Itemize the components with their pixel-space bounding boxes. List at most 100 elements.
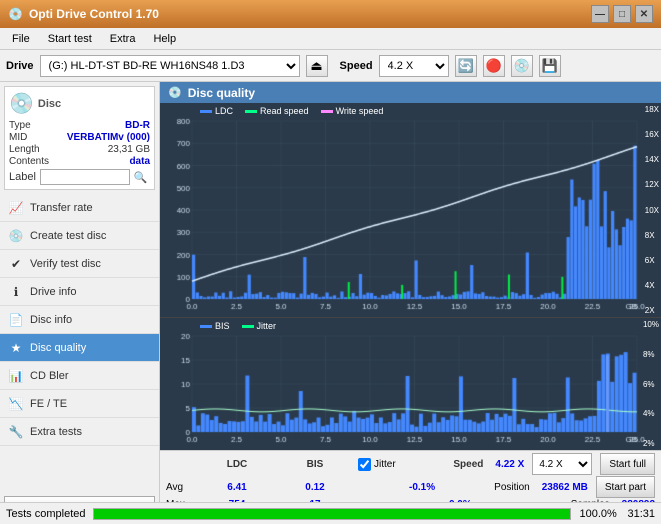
disc-type-row: Type BD-R xyxy=(9,120,150,131)
create-test-disc-icon: 💿 xyxy=(8,229,24,243)
disc-label-row: Label 🔍 xyxy=(9,169,150,185)
avg-bis: 0.12 xyxy=(280,482,350,493)
burn-button[interactable]: 🔴 xyxy=(483,55,505,77)
extra-tests-icon: 🔧 xyxy=(8,425,24,439)
disc-icon: 💿 xyxy=(9,91,34,116)
stats-ldc-header: LDC xyxy=(202,459,272,470)
disc-mid-label: MID xyxy=(9,132,27,143)
minimize-button[interactable]: — xyxy=(591,5,609,23)
jitter-checkbox-group: Jitter xyxy=(358,458,396,471)
refresh-button[interactable]: 🔄 xyxy=(455,55,477,77)
statusbar: Tests completed 100.0% 31:31 xyxy=(0,502,661,524)
menubar: File Start test Extra Help xyxy=(0,28,661,50)
sidebar: 💿 Disc Type BD-R MID VERBATIMv (000) Len… xyxy=(0,82,160,524)
chart2-bis: BIS Jitter 10% 8% 6% 4% 2% xyxy=(160,318,661,450)
legend-ldc-dot xyxy=(200,110,212,113)
legend-bis: BIS xyxy=(200,321,230,331)
menu-file[interactable]: File xyxy=(4,31,38,47)
transfer-rate-label: Transfer rate xyxy=(30,202,93,214)
speed-select2[interactable]: 4.2 X xyxy=(532,453,592,475)
legend-write-speed-label: Write speed xyxy=(336,106,384,116)
legend-write-speed-dot xyxy=(321,110,333,113)
sidebar-item-create-test-disc[interactable]: 💿 Create test disc xyxy=(0,222,159,250)
start-full-button[interactable]: Start full xyxy=(600,453,655,475)
speed-select[interactable]: 4.2 X xyxy=(379,55,449,77)
charts-area: LDC Read speed Write speed 18X 16X 14X xyxy=(160,103,661,450)
start-part-button[interactable]: Start part xyxy=(596,476,655,498)
media-button[interactable]: 💿 xyxy=(511,55,533,77)
drive-label: Drive xyxy=(6,60,34,72)
main-container: 💿 Disc Type BD-R MID VERBATIMv (000) Len… xyxy=(0,82,661,524)
chart-title: Disc quality xyxy=(188,86,255,100)
stats-header-row: LDC BIS Jitter Speed 4.22 X 4.2 X Start … xyxy=(166,453,655,475)
extra-tests-label: Extra tests xyxy=(30,426,82,438)
chart2-legend: BIS Jitter xyxy=(200,321,276,331)
menu-extra[interactable]: Extra xyxy=(102,31,144,47)
speed-header: Speed xyxy=(453,459,483,470)
legend-ldc-label: LDC xyxy=(215,106,233,116)
sidebar-item-transfer-rate[interactable]: 📈 Transfer rate xyxy=(0,194,159,222)
disc-panel-header: 💿 Disc xyxy=(9,91,150,116)
menu-help[interactable]: Help xyxy=(145,31,184,47)
sidebar-item-fe-te[interactable]: 📉 FE / TE xyxy=(0,390,159,418)
disc-info-label: Disc info xyxy=(30,314,72,326)
drivebar: Drive (G:) HL-DT-ST BD-RE WH16NS48 1.D3 … xyxy=(0,50,661,82)
legend-jitter-dot xyxy=(242,325,254,328)
legend-bis-dot xyxy=(200,325,212,328)
legend-read-speed: Read speed xyxy=(245,106,309,116)
sidebar-item-verify-test-disc[interactable]: ✔ Verify test disc xyxy=(0,250,159,278)
chart-header: 💿 Disc quality xyxy=(160,82,661,103)
disc-label-input[interactable] xyxy=(40,169,130,185)
drive-info-icon: ℹ xyxy=(8,285,24,299)
fe-te-label: FE / TE xyxy=(30,398,67,410)
disc-info-icon: 📄 xyxy=(8,313,24,327)
create-test-disc-label: Create test disc xyxy=(30,230,106,242)
eject-button[interactable]: ⏏ xyxy=(306,55,328,77)
close-button[interactable]: ✕ xyxy=(635,5,653,23)
app-title: Opti Drive Control 1.70 xyxy=(29,7,159,21)
speed-label: Speed xyxy=(340,60,373,72)
avg-label: Avg xyxy=(166,482,194,493)
disc-mid-value: VERBATIMv (000) xyxy=(67,132,150,143)
sidebar-item-disc-quality[interactable]: ★ Disc quality xyxy=(0,334,159,362)
progress-bar-container xyxy=(93,508,571,520)
disc-length-value: 23,31 GB xyxy=(108,144,150,155)
chart1-yaxis-right: 18X 16X 14X 12X 10X 8X 6X 4X 2X xyxy=(645,103,659,317)
titlebar: 💿 Opti Drive Control 1.70 — □ ✕ xyxy=(0,0,661,28)
sidebar-item-drive-info[interactable]: ℹ Drive info xyxy=(0,278,159,306)
sidebar-item-extra-tests[interactable]: 🔧 Extra tests xyxy=(0,418,159,446)
fe-te-icon: 📉 xyxy=(8,397,24,411)
progress-text: 100.0% xyxy=(579,508,619,520)
stats-avg-row: Avg 6.41 0.12 -0.1% Position 23862 MB St… xyxy=(166,476,655,498)
disc-length-row: Length 23,31 GB xyxy=(9,144,150,155)
sidebar-item-disc-info[interactable]: 📄 Disc info xyxy=(0,306,159,334)
disc-contents-value: data xyxy=(129,156,150,167)
legend-read-speed-label: Read speed xyxy=(260,106,309,116)
sidebar-item-cd-bler[interactable]: 📊 CD Bler xyxy=(0,362,159,390)
menu-start-test[interactable]: Start test xyxy=(40,31,100,47)
verify-test-disc-icon: ✔ xyxy=(8,257,24,271)
chart2-yaxis-right: 10% 8% 6% 4% 2% xyxy=(643,318,659,450)
save-button[interactable]: 💾 xyxy=(539,55,561,77)
jitter-checkbox[interactable] xyxy=(358,458,371,471)
transfer-rate-icon: 📈 xyxy=(8,201,24,215)
status-text: Tests completed xyxy=(6,508,85,520)
disc-quality-label: Disc quality xyxy=(30,342,86,354)
maximize-button[interactable]: □ xyxy=(613,5,631,23)
chart1-legend: LDC Read speed Write speed xyxy=(200,106,383,116)
legend-write-speed: Write speed xyxy=(321,106,384,116)
legend-ldc: LDC xyxy=(200,106,233,116)
verify-test-disc-label: Verify test disc xyxy=(30,258,101,270)
content-area: 💿 Disc quality LDC Read speed xyxy=(160,82,661,524)
disc-label-icon[interactable]: 🔍 xyxy=(134,171,148,184)
elapsed-time: 31:31 xyxy=(627,508,655,520)
drive-select[interactable]: (G:) HL-DT-ST BD-RE WH16NS48 1.D3 xyxy=(40,55,300,77)
titlebar-left: 💿 Opti Drive Control 1.70 xyxy=(8,7,159,21)
jitter-label: Jitter xyxy=(374,459,396,470)
chart1-ldc: LDC Read speed Write speed 18X 16X 14X xyxy=(160,103,661,318)
disc-panel-label: Disc xyxy=(38,98,61,110)
app-icon: 💿 xyxy=(8,7,23,21)
legend-bis-label: BIS xyxy=(215,321,230,331)
disc-panel: 💿 Disc Type BD-R MID VERBATIMv (000) Len… xyxy=(4,86,155,190)
speed-value: 4.22 X xyxy=(495,459,524,470)
